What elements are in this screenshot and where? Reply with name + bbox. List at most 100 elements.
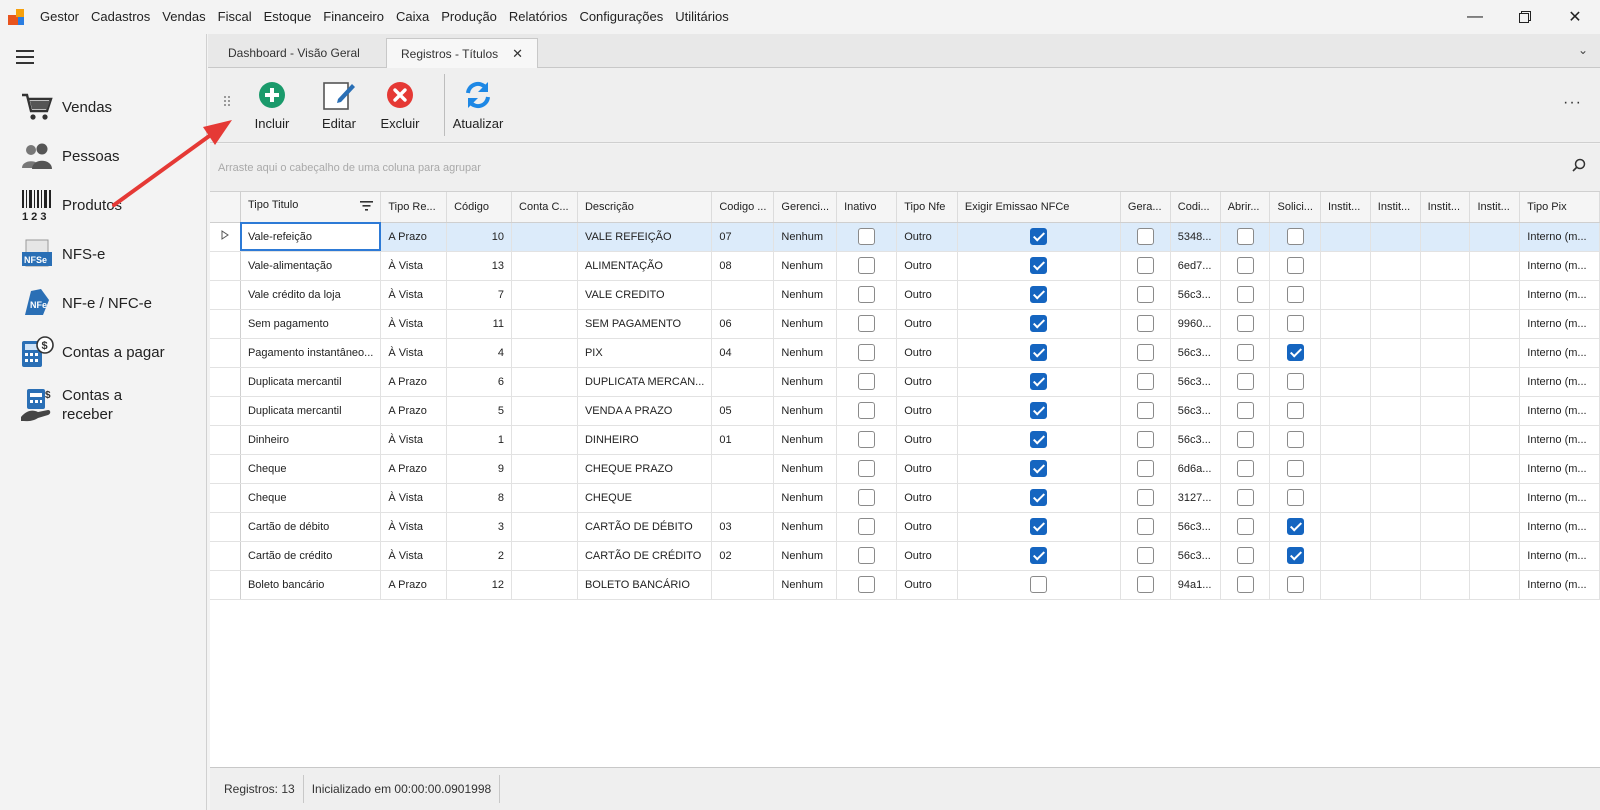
grid-cell[interactable]: Nenhum: [773, 483, 838, 513]
table-row[interactable]: Pagamento instantâneo... À Vista 4 PIX 04 Nen…: [210, 338, 1600, 368]
grid-cell[interactable]: Interno (m...: [1519, 338, 1600, 368]
grid-cell[interactable]: 04: [711, 338, 775, 368]
table-row[interactable]: Cheque A Prazo 9 CHEQUE PRAZO Nenhum Outro 6d6…: [210, 454, 1600, 484]
column-header[interactable]: Instit...: [1320, 192, 1371, 223]
checkbox[interactable]: [858, 315, 876, 332]
grid-cell[interactable]: 4: [446, 338, 513, 368]
menu-vendas[interactable]: Vendas: [156, 0, 211, 34]
grid-cell[interactable]: [1420, 367, 1471, 397]
grid-cell[interactable]: Interno (m...: [1519, 483, 1600, 513]
grid-cell[interactable]: Interno (m...: [1519, 425, 1600, 455]
checkbox[interactable]: [858, 228, 876, 245]
grid-cell[interactable]: DUPLICATA MERCAN...: [577, 367, 713, 397]
table-row[interactable]: Duplicata mercantil A Prazo 5 VENDA A PRAZO…: [210, 396, 1600, 426]
grid-cell[interactable]: 6d6a...: [1170, 454, 1221, 484]
checkbox[interactable]: [1286, 460, 1304, 477]
checkbox[interactable]: [1236, 547, 1254, 564]
checkbox[interactable]: [858, 344, 876, 361]
grid-cell[interactable]: [1420, 251, 1471, 281]
grid-cell[interactable]: Outro: [896, 280, 958, 310]
grid-cell[interactable]: À Vista: [380, 483, 448, 513]
grid-cell[interactable]: [1469, 396, 1521, 426]
checkbox-cell[interactable]: [1269, 309, 1321, 339]
checkbox[interactable]: [1030, 228, 1048, 245]
grid-cell[interactable]: [1469, 251, 1521, 281]
grid-cell[interactable]: [1320, 338, 1371, 368]
column-header[interactable]: Codi...: [1170, 192, 1221, 223]
checkbox[interactable]: [1236, 431, 1254, 448]
grid-cell[interactable]: [511, 570, 578, 600]
grid-cell[interactable]: 2: [446, 541, 513, 571]
checkbox[interactable]: [1030, 402, 1048, 419]
grid-cell[interactable]: À Vista: [380, 512, 448, 542]
checkbox-cell[interactable]: [957, 454, 1121, 484]
grid-cell[interactable]: Outro: [896, 396, 958, 426]
sidebar-item-produtos[interactable]: 1 2 3 Produtos: [20, 187, 200, 223]
checkbox-cell[interactable]: [836, 367, 898, 397]
checkbox-cell[interactable]: [1269, 512, 1321, 542]
grid-cell[interactable]: 6: [446, 367, 513, 397]
checkbox-cell[interactable]: [1220, 280, 1271, 310]
grid-cell[interactable]: SEM PAGAMENTO: [577, 309, 713, 339]
checkbox[interactable]: [1136, 228, 1154, 245]
checkbox[interactable]: [1236, 315, 1254, 332]
grid-cell[interactable]: À Vista: [380, 541, 448, 571]
grid-cell[interactable]: CARTÃO DE CRÉDITO: [577, 541, 713, 571]
close-tab-icon[interactable]: ✕: [512, 46, 523, 62]
grid-cell[interactable]: 56c3...: [1170, 396, 1221, 426]
checkbox-cell[interactable]: [1120, 251, 1171, 281]
checkbox-cell[interactable]: [1120, 454, 1171, 484]
checkbox[interactable]: [1030, 344, 1048, 361]
table-row[interactable]: Boleto bancário A Prazo 12 BOLETO BANCÁRIO N…: [210, 570, 1600, 600]
grid-cell[interactable]: Interno (m...: [1519, 541, 1600, 571]
checkbox[interactable]: [1236, 257, 1254, 274]
checkbox-cell[interactable]: [957, 512, 1121, 542]
grid-cell[interactable]: [1320, 483, 1371, 513]
column-header[interactable]: Abrir...: [1220, 192, 1271, 223]
grid-cell[interactable]: Interno (m...: [1519, 367, 1600, 397]
column-header[interactable]: Conta C...: [511, 192, 578, 223]
checkbox-cell[interactable]: [1220, 309, 1271, 339]
checkbox[interactable]: [1286, 431, 1304, 448]
grid-cell[interactable]: [1469, 280, 1521, 310]
grid-cell[interactable]: [1370, 251, 1421, 281]
checkbox-cell[interactable]: [957, 222, 1121, 252]
checkbox[interactable]: [1286, 228, 1304, 245]
checkbox[interactable]: [1136, 373, 1154, 390]
grid-cell[interactable]: [711, 570, 775, 600]
grid-cell[interactable]: [511, 396, 578, 426]
grid-cell[interactable]: [1370, 483, 1421, 513]
grid-cell[interactable]: Nenhum: [773, 367, 838, 397]
grid-cell[interactable]: Interno (m...: [1519, 454, 1600, 484]
menu-caixa[interactable]: Caixa: [390, 0, 435, 34]
column-header[interactable]: Instit...: [1370, 192, 1421, 223]
column-header[interactable]: Codigo ...: [711, 192, 775, 223]
grid-cell[interactable]: Interno (m...: [1519, 570, 1600, 600]
menu-utilitarios[interactable]: Utilitários: [669, 0, 734, 34]
grid-cell[interactable]: [1320, 280, 1371, 310]
column-header[interactable]: Tipo Re...: [380, 192, 448, 223]
grid-cell[interactable]: Vale-refeição: [240, 222, 382, 252]
checkbox-cell[interactable]: [957, 483, 1121, 513]
grid-cell[interactable]: [511, 512, 578, 542]
grid-cell[interactable]: [1370, 570, 1421, 600]
grid-cell[interactable]: [1370, 425, 1421, 455]
grid-cell[interactable]: Interno (m...: [1519, 251, 1600, 281]
checkbox-cell[interactable]: [957, 570, 1121, 600]
grid-cell[interactable]: Vale crédito da loja: [240, 280, 382, 310]
grid-cell[interactable]: À Vista: [380, 309, 448, 339]
checkbox-cell[interactable]: [1120, 512, 1171, 542]
grid-cell[interactable]: 11: [446, 309, 513, 339]
group-panel[interactable]: Arraste aqui o cabeçalho de uma coluna p…: [210, 144, 1600, 192]
grid-cell[interactable]: VALE REFEIÇÃO: [577, 222, 713, 252]
checkbox[interactable]: [1286, 373, 1304, 390]
checkbox-cell[interactable]: [1220, 454, 1271, 484]
table-row[interactable]: Sem pagamento À Vista 11 SEM PAGAMENTO 06 Nen…: [210, 309, 1600, 339]
grid-cell[interactable]: Interno (m...: [1519, 222, 1600, 252]
grid-cell[interactable]: [1420, 396, 1471, 426]
grid-cell[interactable]: Nenhum: [773, 251, 838, 281]
grid-cell[interactable]: BOLETO BANCÁRIO: [577, 570, 713, 600]
grid-cell[interactable]: 3: [446, 512, 513, 542]
table-row[interactable]: Cartão de débito À Vista 3 CARTÃO DE DÉBITO…: [210, 512, 1600, 542]
checkbox-cell[interactable]: [957, 541, 1121, 571]
